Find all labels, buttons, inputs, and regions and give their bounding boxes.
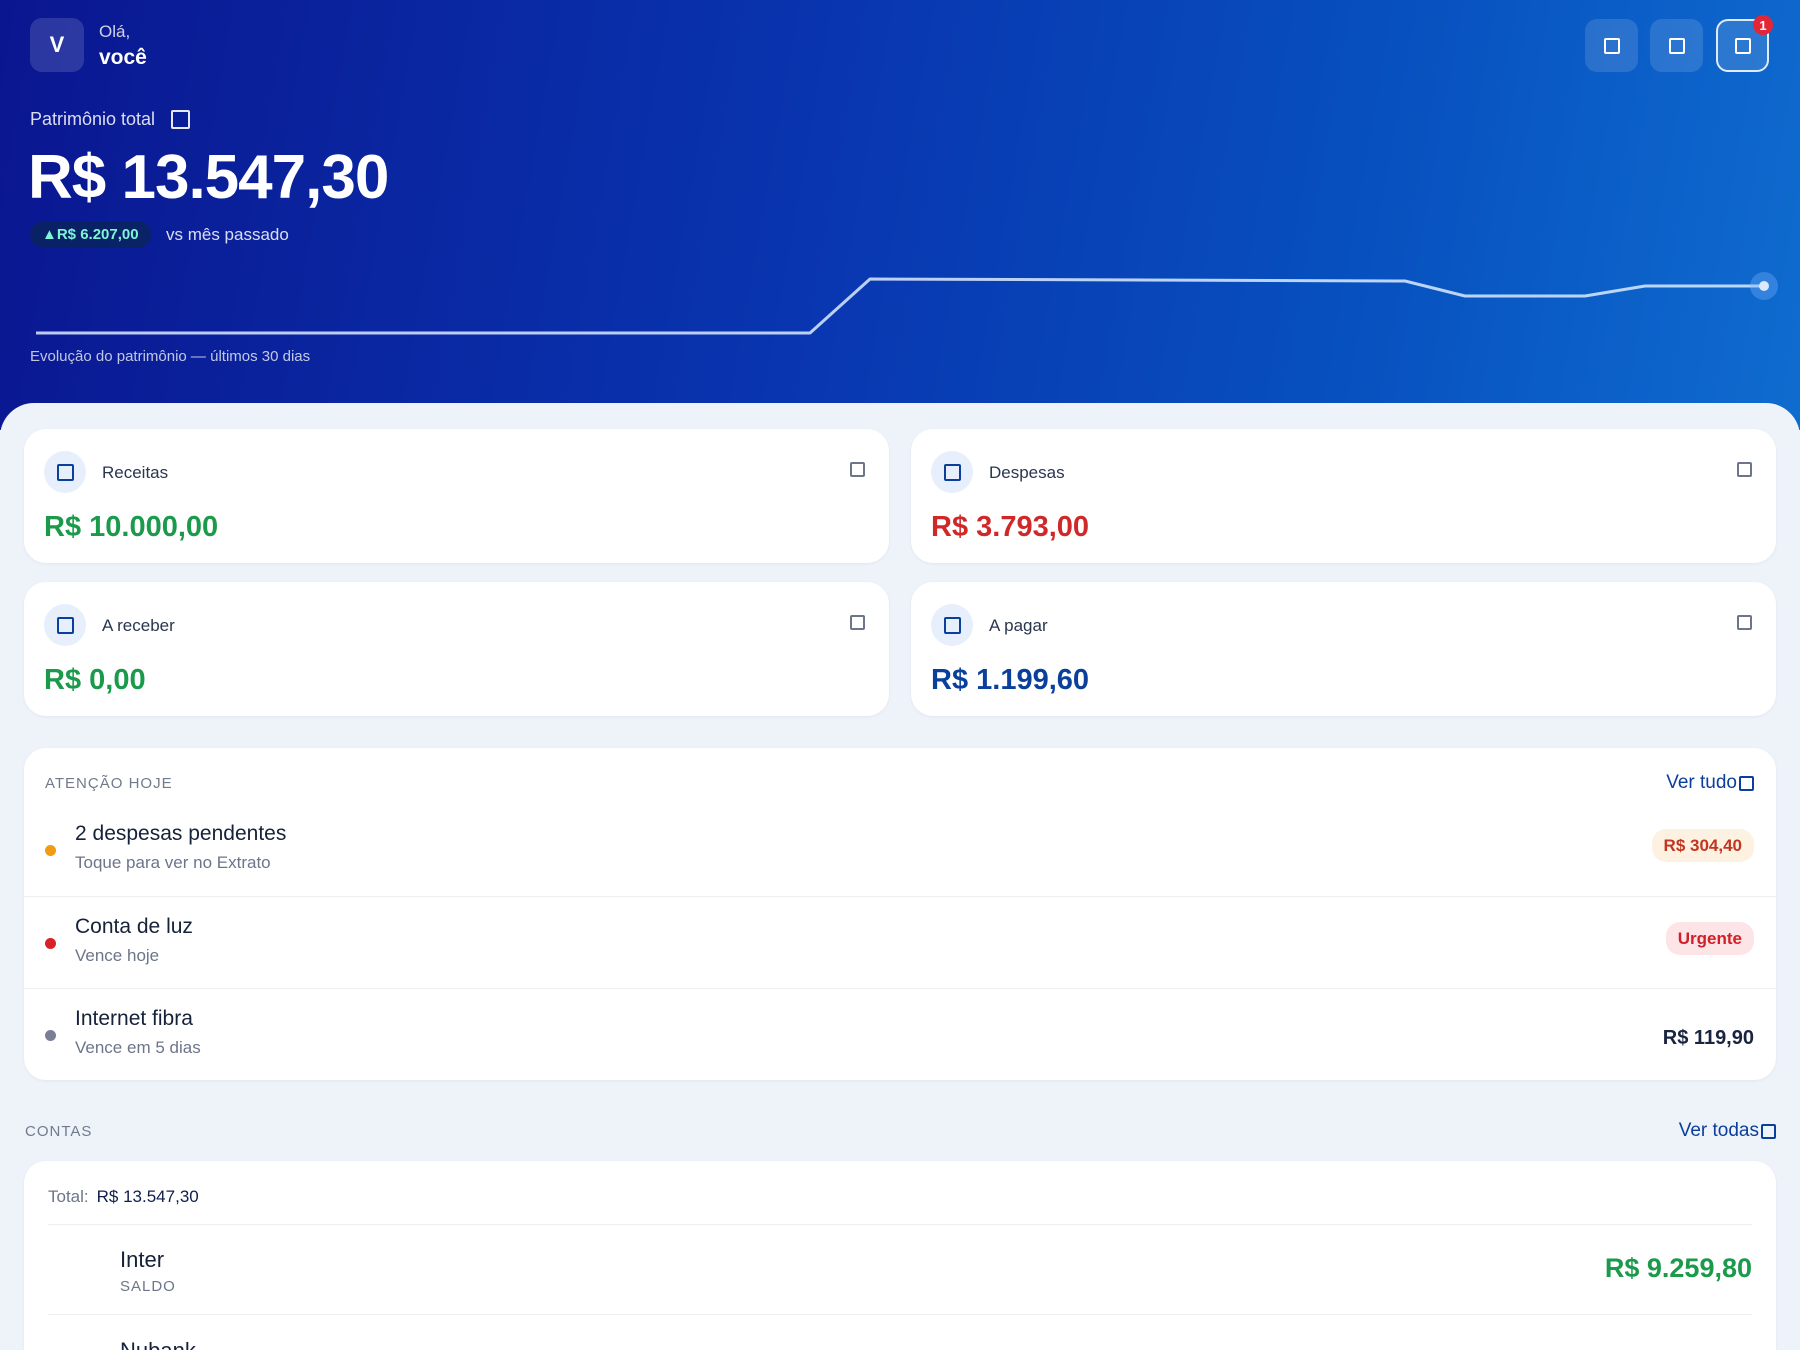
attention-item[interactable]: 2 despesas pendentes Toque para ver no E… bbox=[24, 804, 1776, 897]
card-action-icon[interactable] bbox=[850, 462, 865, 482]
attention-item-title: 2 despesas pendentes bbox=[75, 822, 287, 845]
account-type: SALDO bbox=[120, 1278, 176, 1295]
divider bbox=[48, 1224, 1752, 1225]
card-action-icon[interactable] bbox=[850, 615, 865, 635]
attention-item-subtitle: Vence em 5 dias bbox=[75, 1038, 201, 1057]
accounts-card: Total: R$ 13.547,30 Inter SALDO R$ 9.259,… bbox=[24, 1161, 1776, 1350]
attention-item-subtitle: Toque para ver no Extrato bbox=[75, 853, 271, 872]
account-name[interactable]: Inter bbox=[120, 1247, 164, 1273]
notifications-icon bbox=[1734, 37, 1751, 54]
stat-label: A receber bbox=[102, 616, 175, 635]
see-all-accounts-link[interactable]: Ver todas bbox=[1679, 1120, 1776, 1142]
total-value: R$ 13.547,30 bbox=[96, 1187, 199, 1206]
accounts-total: Total: R$ 13.547,30 bbox=[48, 1187, 199, 1207]
despesas-icon bbox=[931, 451, 973, 493]
attention-item-title: Internet fibra bbox=[75, 1007, 193, 1030]
stat-label: A pagar bbox=[989, 616, 1048, 635]
stat-label: Despesas bbox=[989, 463, 1065, 482]
stat-card-a-pagar[interactable]: A pagar R$ 1.199,60 bbox=[911, 582, 1776, 716]
notifications-button[interactable]: 1 bbox=[1716, 15, 1773, 72]
amount-text: R$ 119,90 bbox=[1662, 1027, 1754, 1049]
greeting: Olá, você bbox=[99, 22, 147, 70]
amount-badge: R$ 304,40 bbox=[1651, 829, 1754, 862]
sparkline-path bbox=[36, 277, 1764, 335]
header-action-1-button[interactable] bbox=[1585, 19, 1638, 72]
sparkline-caption: Evolução do patrimônio — últimos 30 dias bbox=[30, 348, 311, 365]
total-label: Total: bbox=[48, 1187, 89, 1206]
notification-badge: 1 bbox=[1753, 15, 1773, 35]
header-action-2-button[interactable] bbox=[1650, 19, 1703, 72]
attention-card: ATENÇÃO HOJE Ver tudo 2 despesas pendent… bbox=[24, 748, 1776, 1080]
attention-item-title: Conta de luz bbox=[75, 915, 193, 938]
stat-label: Receitas bbox=[102, 463, 169, 482]
see-all-accounts-label: Ver todas bbox=[1678, 1120, 1759, 1141]
sparkline-end-point bbox=[1759, 281, 1769, 291]
stat-card-a-receber[interactable]: A receber R$ 0,00 bbox=[24, 582, 889, 716]
stat-value: R$ 10.000,00 bbox=[44, 511, 219, 543]
status-dot bbox=[45, 938, 56, 949]
avatar[interactable]: V bbox=[30, 18, 84, 72]
patrimonio-label: Patrimônio total bbox=[30, 109, 156, 129]
attention-item[interactable]: Conta de luz Vence hoje Urgente bbox=[24, 896, 1776, 989]
a-pagar-icon bbox=[931, 604, 973, 646]
contas-header: CONTAS Ver todas bbox=[25, 1120, 1776, 1142]
stat-card-receitas[interactable]: Receitas R$ 10.000,00 bbox=[24, 429, 889, 563]
user-name: você bbox=[99, 46, 147, 69]
stat-value: R$ 0,00 bbox=[44, 664, 146, 696]
card-action-icon[interactable] bbox=[1737, 462, 1752, 482]
arrow-icon bbox=[1739, 775, 1754, 791]
delta-caption: vs mês passado bbox=[166, 225, 289, 244]
a-receber-icon bbox=[44, 604, 86, 646]
arrow-icon bbox=[1761, 1123, 1776, 1139]
header-action-2-icon bbox=[1668, 37, 1685, 54]
greeting-text: Olá, bbox=[99, 22, 131, 41]
attention-title: ATENÇÃO HOJE bbox=[45, 774, 173, 792]
patrimonio-value: R$ 13.547,30 bbox=[28, 143, 389, 212]
attention-header: ATENÇÃO HOJE Ver tudo bbox=[45, 772, 1754, 794]
attention-item[interactable]: Internet fibra Vence em 5 dias R$ 119,90 bbox=[24, 988, 1776, 1081]
visibility-toggle-icon[interactable] bbox=[171, 110, 191, 129]
stat-value: R$ 3.793,00 bbox=[931, 511, 1090, 543]
patrimonio-sparkline bbox=[36, 272, 1778, 335]
see-all-link[interactable]: Ver tudo bbox=[1666, 772, 1754, 794]
patrimonio-label-row: Patrimônio total bbox=[30, 109, 191, 130]
attention-item-subtitle: Vence hoje bbox=[75, 946, 160, 965]
urgent-badge: Urgente bbox=[1665, 922, 1754, 955]
account-balance: R$ 9.259,80 bbox=[1604, 1253, 1752, 1283]
stat-value: R$ 1.199,60 bbox=[931, 664, 1090, 696]
delta-badge: ▲R$ 6.207,00 bbox=[30, 221, 151, 248]
divider bbox=[48, 1314, 1752, 1315]
see-all-label: Ver tudo bbox=[1666, 772, 1737, 793]
contas-title: CONTAS bbox=[25, 1122, 93, 1140]
stat-card-despesas[interactable]: Despesas R$ 3.793,00 bbox=[911, 429, 1776, 563]
receitas-icon bbox=[44, 451, 86, 493]
header-action-1-icon bbox=[1603, 37, 1620, 54]
account-name[interactable]: Nubank bbox=[120, 1338, 196, 1350]
card-action-icon[interactable] bbox=[1737, 615, 1752, 635]
status-dot bbox=[45, 1030, 56, 1041]
hero-header: V Olá, você 1 Patrimônio total R$ 13.547… bbox=[0, 0, 1800, 430]
status-dot bbox=[45, 845, 56, 856]
